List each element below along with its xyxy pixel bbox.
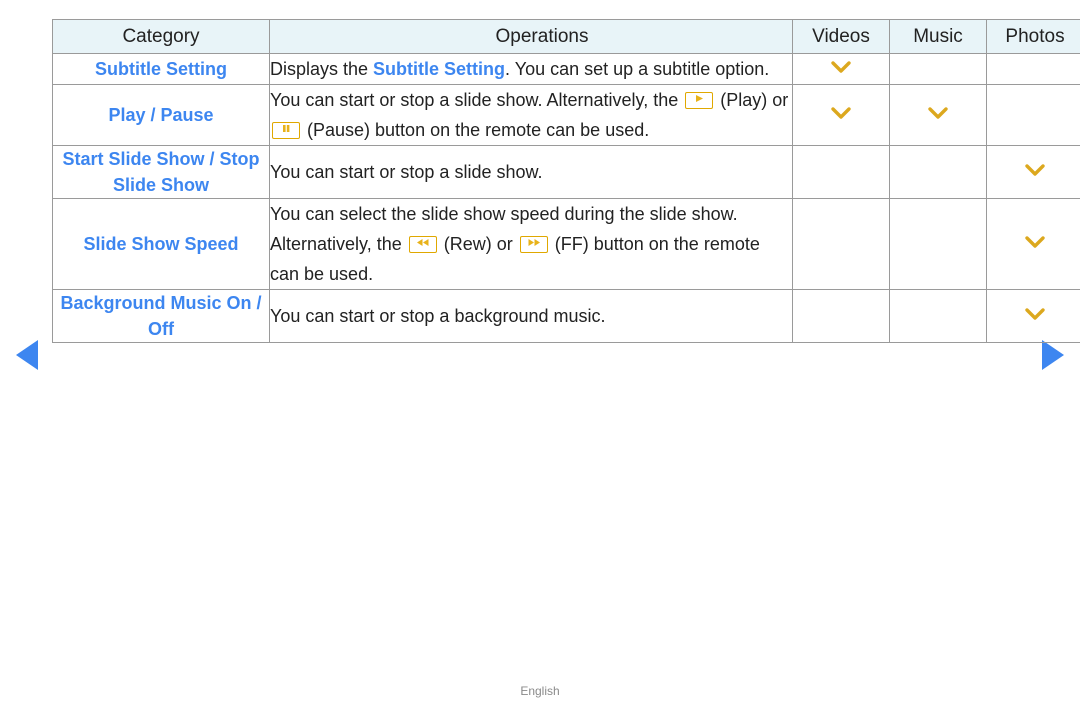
videos-support-cell [792,145,890,199]
next-page-arrow[interactable] [1042,340,1064,370]
table-header-row: Category Operations Videos Music Photos [52,19,1080,54]
videos-support-cell [792,53,890,85]
column-header-videos: Videos [792,19,890,54]
prev-page-arrow[interactable] [16,340,38,370]
photos-support-cell [986,198,1080,290]
music-support-cell [889,53,987,85]
ops-text-mid: (Play) or [715,90,789,110]
music-support-cell [889,198,987,290]
table-row: Subtitle Setting Displays the Subtitle S… [52,53,1080,85]
operations-description: You can start or stop a slide show. [269,145,793,199]
ops-text-post: (Pause) button on the remote can be used… [302,120,650,140]
ops-text-post: . You can set up a subtitle option. [505,59,770,79]
videos-support-cell [792,289,890,343]
videos-support-cell [792,84,890,146]
check-chevron-icon [828,59,854,75]
footer-language-label: English [520,684,560,698]
photos-support-cell [986,289,1080,343]
category-label: Background Music On / Off [52,289,270,343]
fast-forward-icon [519,235,548,253]
play-icon [685,91,714,109]
ops-keyword: Subtitle Setting [373,59,506,79]
spec-table-container: Category Operations Videos Music Photos … [52,19,1080,343]
ops-text-pre: You can start or stop a slide show. Alte… [270,90,684,110]
pause-icon [272,121,300,139]
table-body: Subtitle Setting Displays the Subtitle S… [52,53,1080,343]
media-operations-table: Category Operations Videos Music Photos … [52,19,1080,343]
column-header-operations: Operations [269,19,793,54]
page-footer: English [0,684,1080,698]
category-label: Slide Show Speed [52,198,270,290]
music-support-cell [889,145,987,199]
music-support-cell [889,289,987,343]
photos-support-cell [986,53,1080,85]
operations-description: You can start or stop a slide show. Alte… [269,84,793,146]
ops-text-pre: Displays the [270,59,374,79]
operations-description: You can start or stop a background music… [269,289,793,343]
table-row: Play / Pause You can start or stop a sli… [52,84,1080,146]
category-label: Start Slide Show / Stop Slide Show [52,145,270,199]
check-chevron-icon [828,105,854,121]
check-chevron-icon [1022,162,1048,178]
column-header-category: Category [52,19,270,54]
table-header: Category Operations Videos Music Photos [52,19,1080,54]
table-row: Start Slide Show / Stop Slide Show You c… [52,145,1080,199]
photos-support-cell [986,145,1080,199]
operations-description: You can select the slide show speed duri… [269,198,793,290]
photos-support-cell [986,84,1080,146]
operations-description: Displays the Subtitle Setting. You can s… [269,53,793,85]
rewind-icon [408,235,437,253]
check-chevron-icon [925,105,951,121]
videos-support-cell [792,198,890,290]
category-label: Subtitle Setting [52,53,270,85]
check-chevron-icon [1022,234,1048,250]
music-support-cell [889,84,987,146]
table-row: Slide Show Speed You can select the slid… [52,198,1080,290]
ops-text-mid: (Rew) or [438,234,518,254]
column-header-photos: Photos [986,19,1080,54]
column-header-music: Music [889,19,987,54]
table-row: Background Music On / Off You can start … [52,289,1080,343]
category-label: Play / Pause [52,84,270,146]
check-chevron-icon [1022,306,1048,322]
